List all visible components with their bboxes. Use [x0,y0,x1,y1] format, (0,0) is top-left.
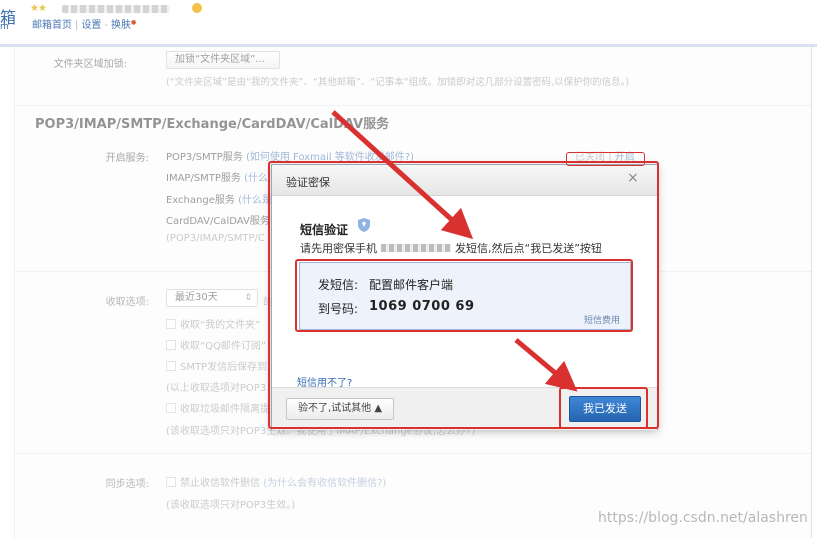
annotation-arrow-down [331,110,474,240]
annotation-arrow-confirm [514,338,578,392]
annotation-arrows [331,110,578,392]
watermark: https://blog.csdn.net/alashren [598,510,808,526]
